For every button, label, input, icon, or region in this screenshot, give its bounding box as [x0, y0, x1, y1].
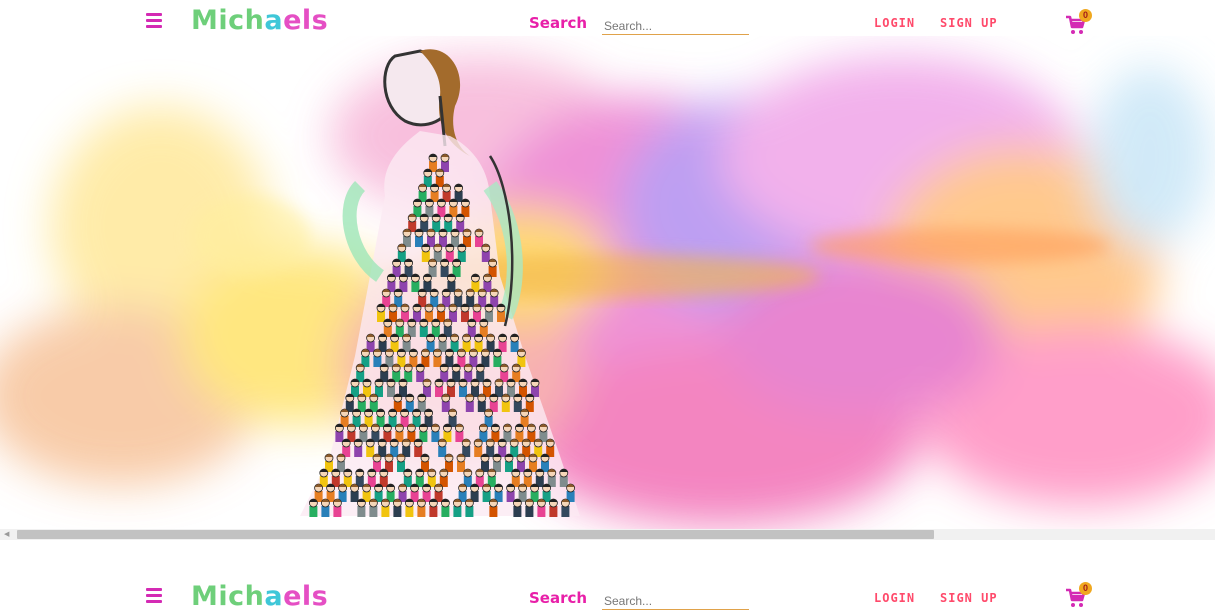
- hamburger-menu-icon[interactable]: [146, 588, 162, 603]
- search-label: Search: [529, 589, 588, 607]
- signup-link[interactable]: SIGN UP: [940, 16, 998, 30]
- search-input[interactable]: [602, 17, 749, 35]
- brand-logo[interactable]: Michaels: [191, 582, 328, 612]
- scroll-left-arrow-icon[interactable]: ◀: [4, 531, 10, 538]
- cart-count-badge: 0: [1079, 9, 1092, 22]
- shopping-cart-button[interactable]: 0: [1064, 582, 1092, 608]
- cart-count-badge: 0: [1079, 582, 1092, 595]
- login-link[interactable]: LOGIN: [874, 16, 915, 30]
- top-navbar: Michaels Search LOGIN SIGN UP 0: [0, 0, 1215, 40]
- search-label: Search: [529, 14, 588, 32]
- horizontal-scrollbar[interactable]: ◀: [0, 529, 1215, 540]
- signup-link[interactable]: SIGN UP: [940, 591, 998, 605]
- scrollbar-thumb[interactable]: [17, 530, 934, 539]
- logo-text-part3: els: [283, 5, 329, 36]
- login-link[interactable]: LOGIN: [874, 591, 915, 605]
- logo-text-part2: a: [264, 5, 284, 36]
- brand-logo[interactable]: Michaels: [191, 6, 328, 36]
- hamburger-menu-icon[interactable]: [146, 13, 162, 28]
- shopping-cart-button[interactable]: 0: [1064, 9, 1092, 35]
- watercolor-dress-illustration: [0, 49, 1215, 526]
- logo-text-part2: a: [264, 581, 284, 612]
- logo-text-part1: Mich: [191, 581, 265, 612]
- secondary-navbar: Michaels Search LOGIN SIGN UP 0: [0, 580, 1215, 612]
- hero-banner-image: [0, 36, 1215, 529]
- logo-text-part1: Mich: [191, 5, 265, 36]
- search-input[interactable]: [602, 592, 749, 610]
- logo-text-part3: els: [283, 581, 329, 612]
